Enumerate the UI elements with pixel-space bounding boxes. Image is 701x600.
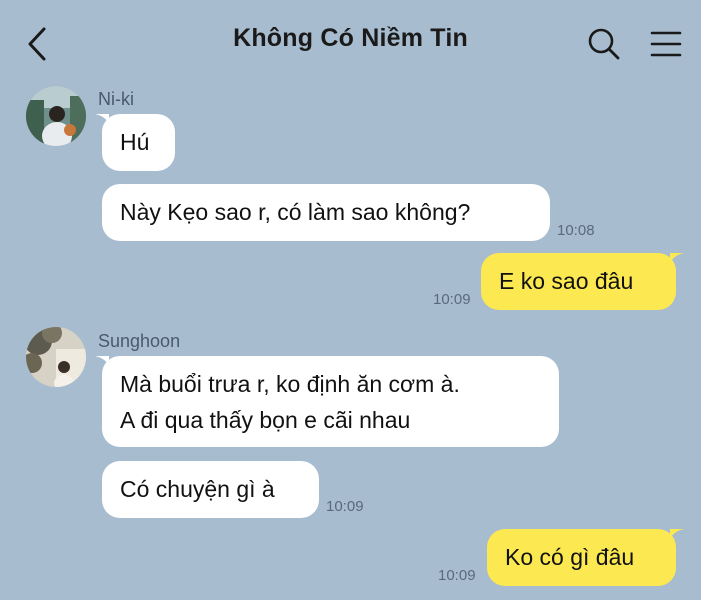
- message-text-line: Mà buổi trưa r, ko định ăn cơm à.: [120, 371, 460, 397]
- message-text: Này Kẹo sao r, có làm sao không?: [120, 199, 471, 225]
- search-icon: [588, 28, 620, 60]
- bubble-tail: [670, 253, 684, 263]
- message-bubble-outgoing[interactable]: Ko có gì đâu: [487, 529, 676, 586]
- message-time: 10:09: [433, 291, 471, 308]
- menu-icon: [650, 31, 682, 57]
- message-bubble-incoming[interactable]: Này Kẹo sao r, có làm sao không?: [102, 184, 550, 241]
- message-time: 10:08: [557, 222, 595, 239]
- message-bubble-incoming[interactable]: Mà buổi trưa r, ko định ăn cơm à. A đi q…: [102, 356, 559, 447]
- bubble-tail: [670, 529, 684, 539]
- message-text: Có chuyện gì à: [120, 476, 275, 502]
- menu-button[interactable]: [646, 24, 686, 64]
- message-bubble-outgoing[interactable]: E ko sao đâu: [481, 253, 676, 310]
- message-time: 10:09: [326, 498, 364, 515]
- sender-name: Sunghoon: [98, 331, 181, 351]
- search-button[interactable]: [584, 24, 624, 64]
- avatar-niki[interactable]: [26, 86, 86, 146]
- message-text: Ko có gì đâu: [505, 544, 635, 570]
- chat-header: Không Có Niềm Tin: [0, 0, 701, 84]
- avatar-image: [26, 327, 86, 387]
- avatar-sunghoon[interactable]: [26, 327, 86, 387]
- message-text-line: A đi qua thấy bọn e cãi nhau: [120, 407, 411, 433]
- message-bubble-incoming[interactable]: Hú: [102, 114, 175, 171]
- message-text: E ko sao đâu: [499, 268, 634, 294]
- bubble-tail: [95, 356, 109, 366]
- message-bubble-incoming[interactable]: Có chuyện gì à: [102, 461, 319, 518]
- message-text: Hú: [120, 129, 150, 155]
- avatar-image: [26, 86, 86, 146]
- bubble-tail: [95, 114, 109, 124]
- sender-name: Ni-ki: [98, 89, 134, 109]
- message-time: 10:09: [438, 567, 476, 584]
